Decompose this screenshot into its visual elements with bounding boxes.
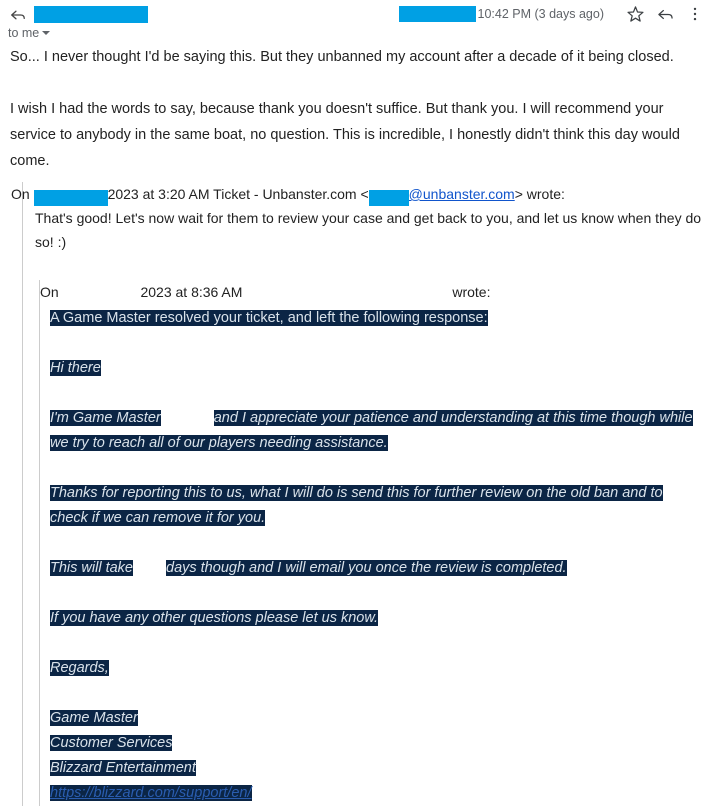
signature-department: Customer Services — [50, 735, 173, 751]
redacted-sender-name — [34, 5, 148, 23]
gm-paragraph-1: I'm Game Master and I appreciate your pat… — [50, 406, 704, 456]
message-body: So... I never thought I'd be saying this… — [0, 44, 714, 806]
quote1-attr-prefix: On — [11, 186, 30, 202]
gm-paragraph-3-part-a: This will take — [50, 560, 133, 576]
signature-line-2: Customer Services — [50, 731, 704, 756]
sender-block — [8, 4, 148, 24]
star-icon[interactable] — [622, 3, 648, 25]
redacted-quote1-date — [33, 190, 108, 207]
message-header: to me 10:42 PM (3 days ago) — [0, 0, 714, 44]
greeting-line: Hi there — [50, 356, 704, 381]
support-url-link[interactable]: https://blizzard.com/support/en/ — [50, 785, 252, 801]
quote2-attr-prefix: On — [40, 284, 59, 300]
quoted-message-level-1: On 2023 at 3:20 AM Ticket - Unbanster.co… — [11, 182, 704, 806]
signature-link-wrap: https://blizzard.com/support/en/ — [50, 785, 252, 801]
quoted-message-level-2: On 2023 at 8:36 AM wrote: A Game Master … — [39, 280, 704, 806]
gm-paragraph-4: If you have any other questions please l… — [50, 606, 704, 631]
recipient-line[interactable]: to me — [8, 25, 51, 41]
body-paragraph-1: So... I never thought I'd be saying this… — [10, 49, 674, 65]
quote1-text: That's good! Let's now wait for them to … — [35, 210, 702, 250]
gm-paragraph-1-part-a: I'm Game Master — [50, 410, 161, 426]
body-paragraph-2: I wish I had the words to say, because t… — [10, 101, 680, 169]
gm-regards-text: Regards, — [50, 660, 109, 676]
gm-paragraph-2: Thanks for reporting this to us, what I … — [50, 481, 704, 531]
quote2-attr-datetime: 2023 at 8:36 AM — [140, 284, 243, 300]
gm-paragraph-4-text: If you have any other questions please l… — [50, 610, 379, 626]
chevron-down-icon[interactable] — [42, 31, 51, 35]
gm-regards: Regards, — [50, 656, 704, 681]
redacted-quote1-email-user — [368, 190, 409, 207]
signature-company: Blizzard Entertainment — [50, 760, 196, 776]
redacted-date — [398, 6, 476, 22]
message-timestamp: 10:42 PM (3 days ago) — [477, 7, 604, 21]
header-actions: 10:42 PM (3 days ago) — [398, 3, 708, 25]
signature-line-1: Game Master — [50, 706, 704, 731]
quote2-attribution: On 2023 at 8:36 AM wrote: — [24, 280, 704, 304]
quote1-attr-datetime: 2023 at 3:20 AM Ticket - Unbanster.com < — [107, 186, 369, 202]
gm-paragraph-2-text: Thanks for reporting this to us, what I … — [50, 485, 663, 526]
greeting-text: Hi there — [50, 360, 101, 376]
quote1-attribution: On 2023 at 3:20 AM Ticket - Unbanster.co… — [11, 182, 704, 207]
signature-role: Game Master — [50, 710, 138, 726]
quote2-content: A Game Master resolved your ticket, and … — [40, 304, 704, 806]
quote2-attr-suffix: wrote: — [452, 284, 491, 300]
gm-paragraph-3: This will take days though and I will ema… — [50, 556, 704, 581]
signature-line-3: Blizzard Entertainment — [50, 756, 704, 781]
more-vertical-icon[interactable] — [682, 3, 708, 25]
gm-paragraph-3-part-b: days though and I will email you once th… — [166, 560, 567, 576]
quote1-attr-suffix: > wrote: — [514, 186, 565, 202]
reply-icon[interactable] — [652, 3, 678, 25]
gm-intro-line: A Game Master resolved your ticket, and … — [50, 306, 704, 331]
quote1-email-link[interactable]: @unbanster.com — [409, 186, 515, 202]
recipient-label: to me — [8, 26, 40, 40]
reply-arrow-icon[interactable] — [8, 5, 28, 25]
gm-intro-text: A Game Master resolved your ticket, and … — [50, 310, 488, 326]
signature-line-4: https://blizzard.com/support/en/ — [50, 781, 704, 806]
